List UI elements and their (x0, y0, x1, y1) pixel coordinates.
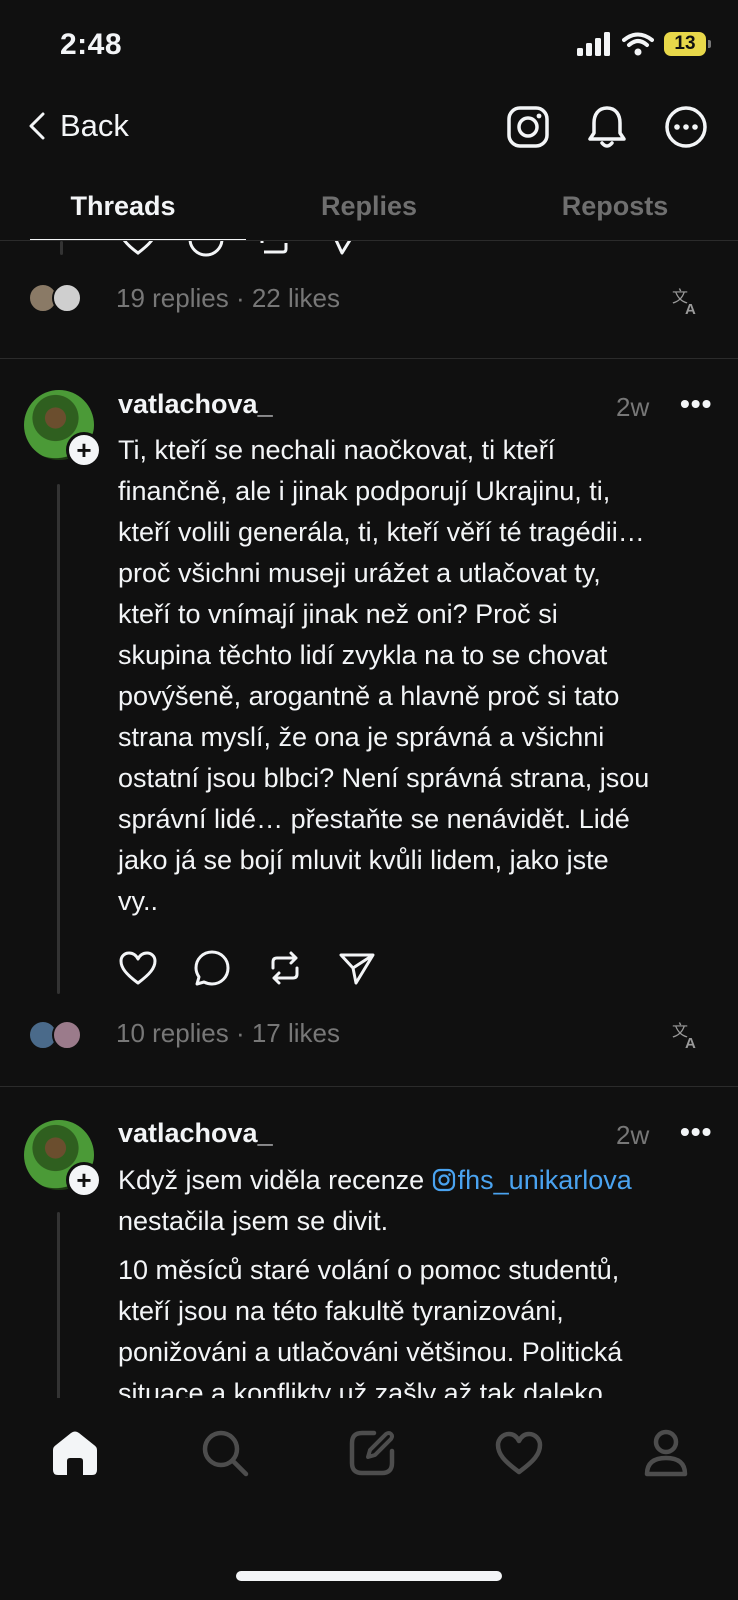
share-icon[interactable] (326, 241, 362, 257)
back-label: Back (60, 108, 129, 143)
more-options-icon[interactable] (664, 105, 708, 149)
profile-icon[interactable] (643, 1428, 689, 1478)
post-text: Když jsem viděla recenze fhs_unikarlova … (118, 1160, 728, 1242)
post-time: 2w (616, 1120, 650, 1150)
post-text-paragraph: 10 měsíců staré volání o pomoc studentů,… (118, 1255, 623, 1398)
post-separator (0, 1086, 738, 1087)
comment-icon[interactable] (192, 948, 232, 988)
follow-plus-icon[interactable]: + (66, 1162, 102, 1198)
avatar (52, 283, 82, 313)
mention-link[interactable]: fhs_unikarlova (432, 1165, 632, 1195)
repost-icon[interactable] (266, 949, 304, 987)
repost-icon[interactable] (256, 241, 292, 261)
mention-handle: fhs_unikarlova (457, 1165, 632, 1195)
back-button[interactable]: Back (28, 108, 129, 144)
heart-icon[interactable] (118, 948, 158, 988)
post-username[interactable]: vatlachova_ (118, 1118, 273, 1149)
svg-text:A: A (685, 301, 696, 316)
signal-icon (577, 32, 610, 56)
post-text: Ti, kteří se nechali naočkovat, ti kteří… (118, 435, 650, 916)
home-icon[interactable] (49, 1428, 101, 1478)
thread-line (57, 484, 60, 994)
share-icon[interactable] (338, 949, 376, 987)
status-time: 2:48 (60, 28, 123, 61)
post-time: 2w (616, 392, 650, 422)
comment-icon[interactable] (186, 241, 226, 259)
tab-replies[interactable]: Replies (246, 185, 492, 241)
translate-icon[interactable]: 文 A (672, 286, 702, 316)
post-separator (0, 358, 738, 359)
thread-line (60, 241, 63, 255)
avatar (52, 1020, 82, 1050)
post-actions (118, 948, 376, 988)
post-stats[interactable]: 19 replies · 22 likes (116, 283, 340, 314)
post-username[interactable]: vatlachova_ (118, 389, 273, 420)
post-more-icon[interactable]: ••• (680, 388, 712, 420)
tab-threads[interactable]: Threads (0, 185, 246, 241)
chevron-left-icon (29, 112, 45, 140)
compose-icon[interactable] (348, 1429, 396, 1477)
post-text-end: nestačila jsem se divit. (118, 1206, 389, 1236)
reply-avatars (28, 1020, 82, 1050)
search-icon[interactable] (200, 1428, 250, 1478)
bottom-navigation (0, 1398, 738, 1508)
post-text-start: Když jsem viděla recenze (118, 1165, 432, 1195)
post-more-icon[interactable]: ••• (680, 1116, 712, 1148)
activity-heart-icon[interactable] (494, 1430, 544, 1476)
thread-line (57, 1212, 60, 1402)
status-icons: 13 (576, 32, 711, 56)
reply-avatars (28, 283, 82, 313)
follow-plus-icon[interactable]: + (66, 432, 102, 468)
post-stats[interactable]: 10 replies · 17 likes (116, 1018, 340, 1049)
tab-reposts[interactable]: Reposts (492, 185, 738, 241)
svg-text:A: A (685, 1035, 696, 1050)
battery-level: 13 (674, 33, 696, 54)
translate-icon[interactable]: 文 A (672, 1020, 702, 1050)
instagram-icon[interactable] (506, 105, 550, 149)
header-actions (506, 104, 708, 150)
home-indicator (236, 1571, 502, 1581)
post-text-container: Když jsem viděla recenze fhs_unikarlova … (118, 1160, 728, 1398)
bell-icon[interactable] (586, 104, 628, 150)
post-1-actions-clipped (0, 241, 738, 261)
profile-tabs: Threads Replies Reposts (0, 185, 738, 241)
wifi-icon (622, 32, 654, 56)
battery-icon: 13 (664, 32, 711, 56)
instagram-icon (432, 1168, 455, 1192)
heart-icon[interactable] (118, 241, 158, 259)
